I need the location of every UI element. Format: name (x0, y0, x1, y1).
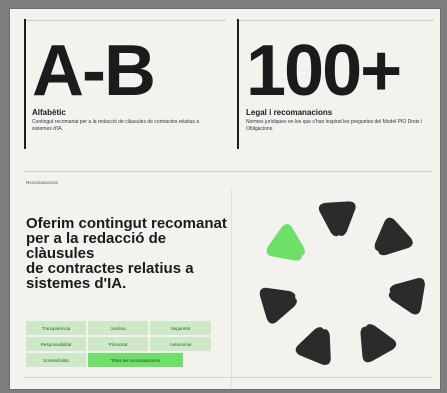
column-rule (231, 189, 232, 389)
stat-desc-alphabetic: Contingut recomanat per a la redacció de… (32, 119, 200, 132)
tag-all-recommendations[interactable]: Totes les recomanacions (88, 353, 183, 367)
tag-transparencia[interactable]: Transparència (26, 321, 86, 335)
petal (388, 278, 425, 315)
section-label: Recomanacions (26, 180, 59, 185)
stat-value-alphabetic: A-B (32, 31, 156, 111)
stat-title-legal: Legal i recomanacions (246, 108, 333, 117)
petal (374, 217, 413, 256)
stat-top-rule-right (239, 20, 434, 21)
tag-justicia[interactable]: Justícia (88, 321, 148, 335)
tag-filter-group: Transparència Justícia Seguretat Respons… (26, 321, 211, 369)
petal (295, 327, 331, 365)
stat-value-legal: 100+ (246, 31, 402, 111)
stat-divider-left (24, 19, 26, 149)
bottom-rule (24, 377, 432, 378)
petal-highlighted (266, 224, 305, 261)
stat-top-rule (26, 20, 226, 21)
tag-privacitat[interactable]: Privacitat (88, 337, 148, 351)
stat-title-alphabetic: Alfabètic (32, 108, 66, 117)
tag-autonomia[interactable]: Autonomia (150, 337, 211, 351)
tag-seguretat[interactable]: Seguretat (150, 321, 211, 335)
tag-responsabilitat[interactable]: Responsabilitat (26, 337, 86, 351)
section-headline: Oferim contingut recomanat per a la reda… (26, 215, 227, 292)
page: A-B Alfabètic Contingut recomanat per a … (9, 8, 441, 390)
petal (318, 201, 356, 237)
stat-divider-right (237, 19, 239, 149)
petal-wheel-graphic (259, 201, 425, 365)
stat-desc-legal: Normes jurídiques en les que s'han inspi… (246, 119, 423, 132)
tag-row: Transparència Justícia Seguretat (26, 321, 211, 335)
tag-sostenibilitat[interactable]: Sostenibilitat (26, 353, 86, 367)
petal (360, 324, 397, 363)
petal (259, 287, 297, 324)
tag-row: Responsabilitat Privacitat Autonomia (26, 337, 211, 351)
section-divider (24, 171, 432, 172)
tag-row: Sostenibilitat Totes les recomanacions (26, 353, 211, 367)
